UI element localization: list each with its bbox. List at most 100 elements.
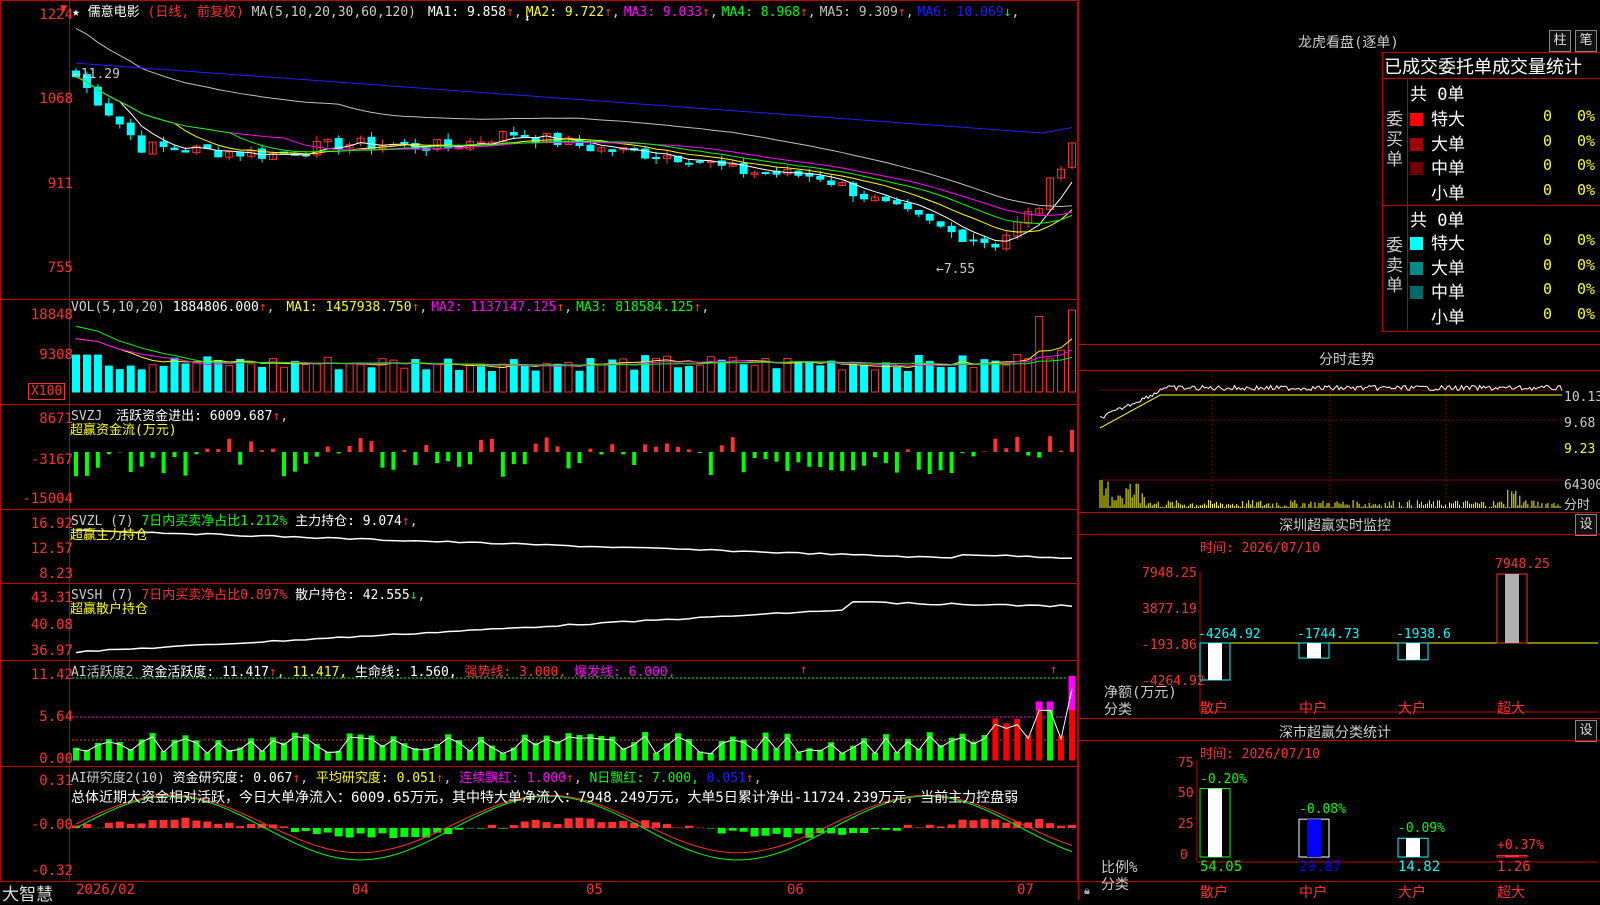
- monitor-unit2: 分类: [1104, 699, 1132, 719]
- n-day-red-value: 7.000,: [652, 771, 699, 786]
- intraday-tick: 64300: [1564, 478, 1600, 493]
- main-y-tick: 1224: [39, 7, 73, 23]
- order-row: 小单: [1410, 179, 1465, 204]
- monitor-y-tick: -4264.92: [1142, 674, 1205, 689]
- svsh-label: 散户持仓:: [295, 588, 355, 603]
- category-pct: -0.09%: [1398, 821, 1445, 836]
- category-value: 1.26: [1497, 859, 1531, 875]
- ai-active-label: 资金活跃度:: [141, 665, 214, 680]
- vol-unit-label: X100: [28, 383, 65, 400]
- order-count: 0: [1543, 231, 1552, 249]
- svzj-y-tick: -15004: [22, 491, 73, 507]
- svzl-label: 主力持仓:: [295, 514, 355, 529]
- burst-value: 6.000,: [629, 665, 676, 680]
- research-value: 0.067: [253, 771, 292, 786]
- monitor-category: 散户: [1200, 698, 1228, 718]
- stock-name: 儒意电影: [88, 5, 140, 20]
- category-y-tick: 0: [1180, 848, 1188, 863]
- category-name: 大户: [1398, 882, 1426, 902]
- vol-ma-legend: MA1: 1457938.750↑,MA2: 1137147.125↑,MA3:…: [282, 300, 709, 315]
- order-row: 大单: [1410, 254, 1465, 279]
- category-time: 时间: 2026/07/10: [1200, 743, 1320, 762]
- order-color-swatch: [1410, 286, 1423, 299]
- ma-legend-item: MA3: 9.033: [624, 5, 702, 20]
- order-count: 0: [1543, 280, 1552, 298]
- x-axis-label: 04: [352, 883, 369, 898]
- category-pct: -0.20%: [1200, 772, 1247, 787]
- sell-side-label: 委卖单: [1386, 236, 1404, 296]
- lifeline-value: 1.560,: [410, 665, 457, 680]
- monitor-settings-button[interactable]: 设: [1575, 514, 1597, 536]
- buy-total: 共 0单: [1410, 80, 1464, 105]
- intraday-unit: 分时: [1564, 494, 1590, 513]
- svsh-y-tick: 40.08: [31, 617, 73, 633]
- category-value: 14.82: [1398, 859, 1440, 875]
- order-pct: 0%: [1577, 132, 1595, 150]
- ai-active-value: 11.417: [222, 665, 269, 680]
- category-settings-button[interactable]: 设: [1575, 720, 1597, 742]
- intraday-tick: 9.68: [1564, 416, 1595, 431]
- svzj-subtitle: 超赢资金流(万元): [70, 419, 177, 438]
- burst-label: 爆发线:: [574, 665, 621, 680]
- divider: [1078, 512, 1600, 513]
- vol-header: VOL(5,10,20) 1884806.000↑, MA1: 1457938.…: [71, 300, 709, 315]
- order-count: 0: [1543, 181, 1552, 199]
- svsh-desc: 7日内买卖净占比0.897%: [141, 588, 287, 603]
- bar-mode-button[interactable]: 柱: [1549, 30, 1571, 52]
- category-y-tick: 75: [1178, 756, 1194, 771]
- vol-ma-item: MA2: 1137147.125: [431, 300, 556, 315]
- order-pct: 0%: [1577, 305, 1595, 323]
- tick-mode-button[interactable]: 笔: [1575, 30, 1597, 52]
- main-kline-panel[interactable]: [0, 0, 1078, 300]
- divider: [1078, 344, 1600, 345]
- ai-active-header: AI活跃度2 资金活跃度: 11.417↑, 11.417, 生命线: 1.56…: [71, 661, 676, 680]
- monitor-value: -1938.6: [1396, 627, 1451, 642]
- divider: [1407, 78, 1408, 330]
- order-type: 中单: [1431, 283, 1465, 303]
- buy-side-label: 委买单: [1386, 110, 1404, 170]
- svzl-y-tick: 16.92: [31, 516, 73, 532]
- x-axis-label: 06: [787, 883, 804, 898]
- order-row: 中单: [1410, 278, 1465, 303]
- svzl-y-tick: 8.23: [39, 566, 73, 582]
- order-row: 特大: [1410, 105, 1465, 130]
- category-value: 29.87: [1299, 859, 1341, 875]
- dragon-title: 龙虎看盘(逐单): [1298, 32, 1399, 52]
- order-count: 0: [1543, 156, 1552, 174]
- svsh-value: 42.555: [363, 588, 410, 603]
- order-row: 大单: [1410, 130, 1465, 155]
- ai-research-y-tick: -0.00: [31, 817, 73, 833]
- app-logo: 大智慧: [2, 880, 53, 905]
- order-row: 小单: [1410, 303, 1465, 328]
- divider: [1078, 370, 1600, 371]
- category-name: 超大: [1497, 882, 1525, 902]
- research-label: 资金研究度:: [173, 771, 246, 786]
- main-y-tick: 1068: [39, 91, 73, 107]
- extra-value: 0.051: [707, 771, 746, 786]
- order-pct: 0%: [1577, 256, 1595, 274]
- order-pct: 0%: [1577, 231, 1595, 249]
- favorite-star-icon[interactable]: ★: [72, 5, 80, 20]
- monitor-value: -4264.92: [1198, 627, 1261, 642]
- order-color-swatch: [1410, 138, 1423, 151]
- vol-ma-item: MA3: 818584.125: [576, 300, 693, 315]
- period-label[interactable]: (日线, 前复权): [148, 5, 244, 20]
- vol-value: 1884806.000: [173, 300, 259, 315]
- category-title: 深市超赢分类统计: [1279, 722, 1391, 742]
- sell-total: 共 0单: [1410, 206, 1464, 231]
- svzl-y-tick: 12.57: [31, 541, 73, 557]
- ma-legend-item: MA2: 9.722: [526, 5, 604, 20]
- order-pct: 0%: [1577, 156, 1595, 174]
- main-y-tick: 911: [48, 176, 73, 192]
- category-y-tick: 50: [1178, 786, 1194, 801]
- order-count: 0: [1543, 256, 1552, 274]
- vol-y-tick: 9308: [39, 347, 73, 363]
- avg-research-label: 平均研究度:: [316, 771, 389, 786]
- order-color-swatch: [1410, 162, 1423, 175]
- svzl-value: 9.074: [363, 514, 402, 529]
- svzj-y-tick: -3167: [31, 452, 73, 468]
- ai-active-value2: 11.417,: [292, 665, 347, 680]
- svzl-subtitle: 超赢主力持仓: [70, 524, 148, 543]
- monitor-y-tick: 7948.25: [1142, 566, 1197, 581]
- x-axis-label: 05: [586, 883, 603, 898]
